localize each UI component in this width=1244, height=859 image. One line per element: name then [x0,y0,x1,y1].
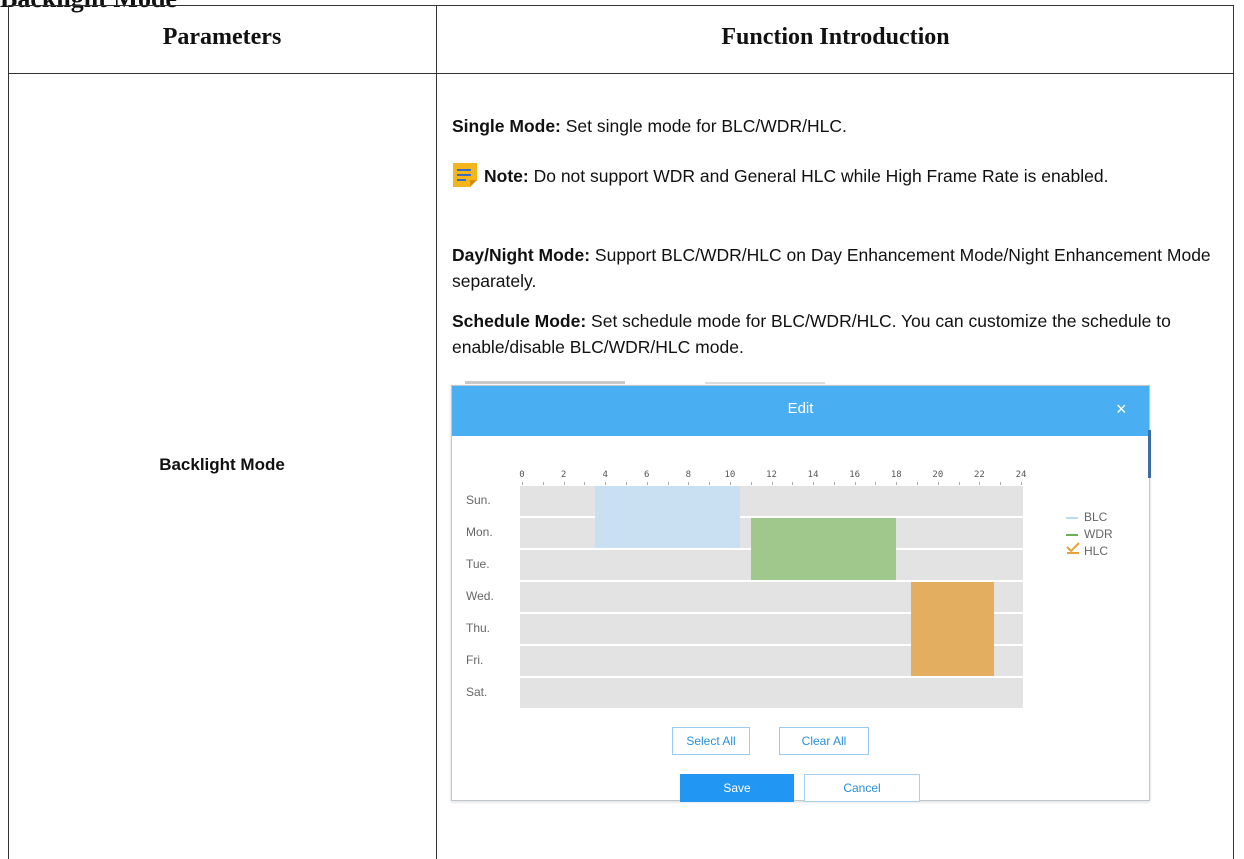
dialog-title: Edit [787,400,814,417]
schedule-block-wdr[interactable] [750,518,897,580]
hour-tick-mark [937,482,939,485]
header-function-introduction: Function Introduction [721,24,950,50]
schedule-block-blc[interactable] [594,486,741,548]
hour-tick-label: 8 [685,470,692,480]
hour-tick-mark [542,482,544,485]
hour-tick-mark [771,482,773,485]
table-column-divider [436,5,437,859]
hour-tick-label: 4 [602,470,608,480]
hour-tick-mark [605,482,607,485]
day-label: Fri. [466,653,484,667]
hour-tick-label: 2 [560,470,567,480]
day-label: Sat. [466,685,488,699]
hour-tick-mark [667,482,669,485]
schedule-block-hlc[interactable] [910,582,994,676]
hour-tick-label: 16 [849,470,861,480]
hour-tick-mark [1021,482,1022,485]
single-mode-paragraph: Single Mode: Set single mode for BLC/WDR… [452,113,1232,139]
background-window-edge [705,382,825,384]
hour-tick-label: 6 [644,470,650,480]
legend-label: BLC [1084,510,1108,524]
hour-tick-label: 20 [932,470,944,480]
legend-label: HLC [1084,544,1109,558]
hour-tick-mark [522,482,523,485]
hour-tick-mark [917,482,919,485]
legend-label: WDR [1084,527,1113,541]
day-night-mode-title: Day/Night Mode: [452,245,591,265]
hour-tick-mark [729,482,731,485]
hour-tick-label: 22 [973,470,985,480]
day-label: Mon. [466,525,493,539]
hour-tick-mark [979,482,981,485]
schedule-mode-title: Schedule Mode: [452,311,587,331]
header-parameters: Parameters [162,24,282,50]
hour-tick-mark [958,482,960,485]
blc-legend-swatch [1066,517,1078,519]
hour-tick-mark [584,482,586,485]
hour-tick-label: 12 [766,470,777,480]
edit-schedule-dialog: Edit × 0 2 4 6 8 10 12 14 16 18 20 22 24 Sun. Mon. Tue… [451,385,1150,802]
background-window-edge [465,381,625,384]
clear-all-button[interactable]: Clear All [779,727,869,755]
select-all-button[interactable]: Select All [672,727,750,755]
note-text: Do not support WDR and General HLC while… [528,166,1109,186]
single-mode-text: Set single mode for BLC/WDR/HLC. [560,116,847,136]
hour-tick-label: 14 [807,470,819,480]
schedule-mode-paragraph: Schedule Mode: Set schedule mode for BLC… [452,308,1232,360]
hour-tick-mark [833,482,835,485]
hour-tick-label: 0 [519,470,525,480]
hour-tick-mark [854,482,856,485]
table-header-divider [8,73,1234,74]
hour-tick-label: 24 [1015,470,1027,480]
hour-tick-mark [625,482,627,485]
day-label: Sun. [466,493,491,507]
hour-tick-mark [875,482,877,485]
single-mode-title: Single Mode: [452,116,561,136]
hour-tick-mark [896,482,898,485]
note-paragraph: Note: Do not support WDR and General HLC… [452,162,1232,189]
hour-tick-mark [646,482,648,485]
day-label: Thu. [466,621,491,635]
save-button[interactable]: Save [680,774,794,802]
note-icon [452,162,478,188]
cancel-button[interactable]: Cancel [804,774,920,802]
param-backlight-mode: Backlight Mode [159,455,285,474]
wdr-legend-swatch [1066,534,1078,536]
hour-tick-mark [750,482,752,485]
schedule-row[interactable] [520,678,1023,708]
hour-tick-mark [813,482,815,485]
hlc-check-icon [1066,542,1080,554]
hour-tick-mark [688,482,690,485]
hour-tick-label: 18 [890,470,902,480]
day-night-mode-paragraph: Day/Night Mode: Support BLC/WDR/HLC on D… [452,242,1232,294]
day-label: Tue. [466,557,490,571]
hour-tick-label: 10 [724,470,736,480]
background-window-edge [1148,430,1151,478]
hour-tick-mark [792,482,794,485]
day-label: Wed. [466,589,494,603]
hour-tick-mark [563,482,565,485]
hour-tick-mark [1000,482,1002,485]
hour-tick-mark [709,482,711,485]
note-title: Note: [484,166,529,186]
close-icon[interactable]: × [1116,399,1127,419]
